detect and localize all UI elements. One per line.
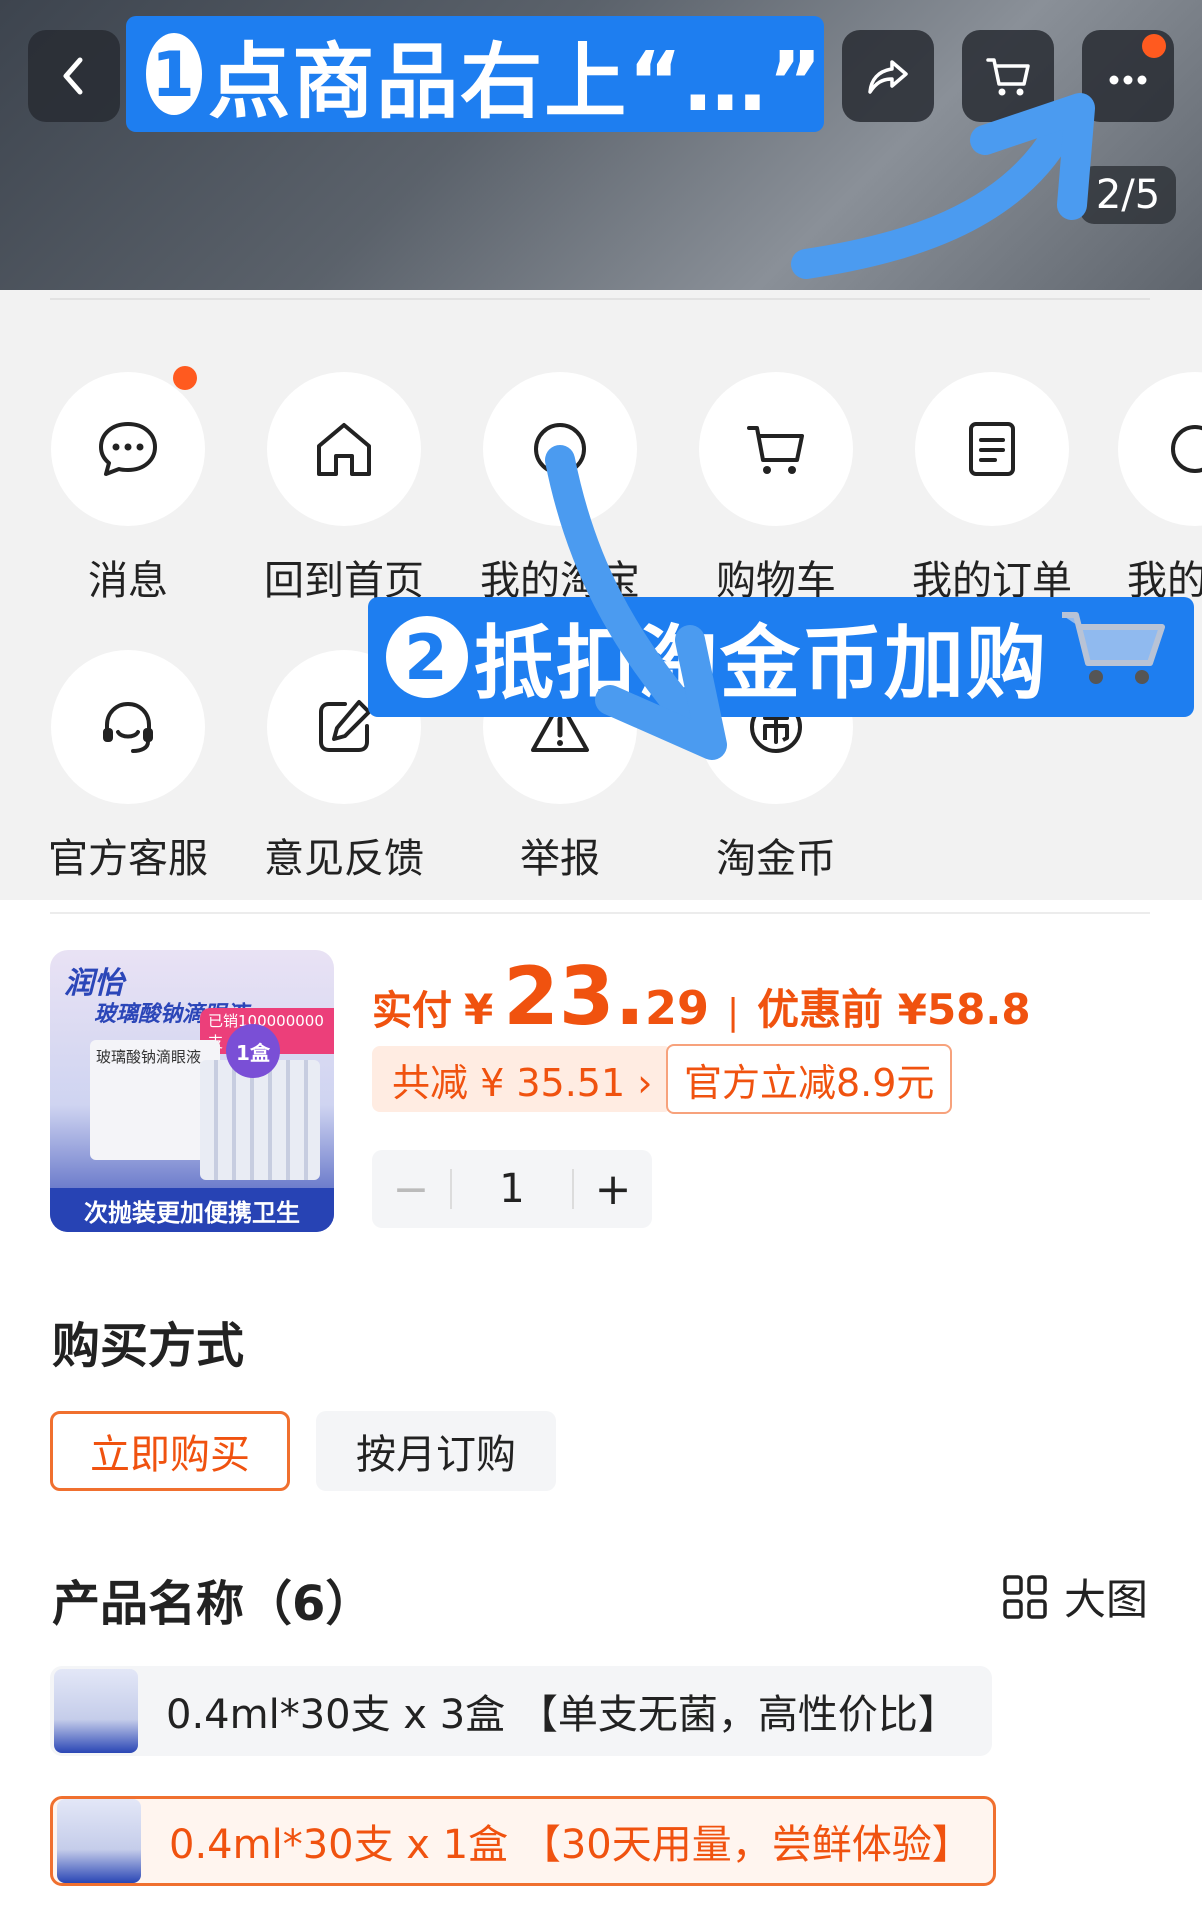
price-row: 实付 ¥ 23. 29 | 优惠前 ¥58.8 — [372, 950, 1031, 1043]
option-buy-now[interactable]: 立即购买 — [50, 1411, 290, 1491]
shopping-cart-icon — [1058, 603, 1168, 712]
variant-label: 0.4ml*30支 x 3盒 【单支无菌，高性价比】 — [166, 1692, 958, 1738]
headset-icon — [103, 701, 153, 753]
step-number-badge: 1 — [146, 33, 203, 115]
my-taobao-icon — [534, 423, 586, 475]
quantity-stepper: − 1 + — [372, 1150, 652, 1228]
notification-dot — [173, 366, 197, 390]
annotation-text: 抵扣淘金币加购 — [474, 617, 1048, 710]
annotation-step-1: 1 点商品右上“…” — [126, 16, 824, 132]
message-icon — [99, 422, 157, 476]
count-badge: 1盒 — [226, 1024, 280, 1078]
footprint-icon — [1171, 425, 1202, 473]
cart-icon — [747, 426, 804, 474]
big-view-toggle[interactable]: 大图 — [1002, 1566, 1148, 1627]
variant-thumbnail — [54, 1669, 138, 1753]
menu-item-my-taobao[interactable]: 我的淘宝 — [470, 372, 650, 606]
image-header: 2/5 1 点商品右上“…” — [0, 0, 1202, 290]
variant-option-selected[interactable]: 0.4ml*30支 x 1盒 【30天用量，尝鲜体验】 — [50, 1796, 996, 1886]
home-icon — [317, 423, 371, 476]
product-image[interactable]: 润怡 玻璃酸钠滴眼液 已销100000000支 玻璃酸钠滴眼液 1盒 次抛装更加… — [50, 950, 334, 1232]
order-icon — [969, 422, 1015, 476]
total-savings-chip[interactable]: 共减 ¥ 35.51 › — [372, 1046, 673, 1112]
menu-item-label: 意见反馈 — [264, 836, 424, 882]
purchase-method-title: 购买方式 — [52, 1318, 245, 1374]
share-button[interactable] — [842, 30, 934, 122]
cart-icon — [986, 58, 1030, 96]
increase-button[interactable]: + — [574, 1164, 652, 1215]
menu-item-messages[interactable]: 消息 — [38, 366, 218, 606]
share-icon — [868, 60, 908, 94]
price-integer: 23. — [503, 950, 645, 1043]
menu-item-home[interactable]: 回到首页 — [254, 372, 434, 606]
annotation-step-2: 2 抵扣淘金币加购 — [368, 597, 1194, 717]
official-discount-chip: 官方立减8.9元 — [666, 1044, 953, 1114]
more-menu-panel: 消息 回到首页 我的淘宝 购物车 我的订单 我的 官方客服 意见反馈 举报 淘金… — [0, 290, 1202, 900]
product-image-caption: 次抛装更加便携卫生 — [50, 1188, 334, 1232]
variant-title: 产品名称（6） — [52, 1576, 374, 1632]
divider — [50, 912, 1150, 914]
menu-item-label: 淘金币 — [716, 836, 836, 882]
variant-label: 0.4ml*30支 x 1盒 【30天用量，尝鲜体验】 — [169, 1822, 972, 1868]
image-page-counter: 2/5 — [1080, 166, 1176, 224]
annotation-text: 点商品右上“…” — [208, 34, 824, 130]
menu-item-label: 官方客服 — [48, 836, 208, 882]
big-view-label: 大图 — [1064, 1575, 1149, 1624]
notification-dot — [1142, 34, 1166, 58]
grid-view-icon — [1003, 1574, 1047, 1619]
cart-button[interactable] — [962, 30, 1054, 122]
menu-item-cart[interactable]: 购物车 — [686, 372, 866, 606]
step-number-badge: 2 — [386, 616, 468, 698]
decrease-button[interactable]: − — [372, 1164, 450, 1215]
menu-item-customer-service[interactable]: 官方客服 — [38, 650, 218, 884]
price-before-discount: 优惠前 ¥58.8 — [757, 985, 1031, 1034]
menu-item-label: 举报 — [520, 836, 600, 882]
variant-option[interactable]: 0.4ml*30支 x 3盒 【单支无菌，高性价比】 — [50, 1666, 992, 1756]
variant-thumbnail — [57, 1799, 141, 1883]
price-decimal: 29 — [644, 981, 709, 1035]
price-label: 实付 — [372, 988, 452, 1034]
chevron-left-icon — [63, 57, 83, 95]
divider — [50, 298, 1150, 300]
quantity-value[interactable]: 1 — [452, 1166, 572, 1212]
currency-symbol: ¥ — [464, 985, 494, 1034]
menu-item-label: 消息 — [88, 558, 168, 604]
menu-item-footprint[interactable]: 我的 — [1118, 372, 1202, 606]
more-dots-icon — [1109, 75, 1147, 85]
menu-item-orders[interactable]: 我的订单 — [902, 372, 1082, 606]
price-divider: | — [726, 992, 740, 1033]
option-monthly-subscription[interactable]: 按月订购 — [316, 1411, 556, 1491]
vials-graphic — [200, 1060, 320, 1180]
back-button[interactable] — [28, 30, 120, 122]
